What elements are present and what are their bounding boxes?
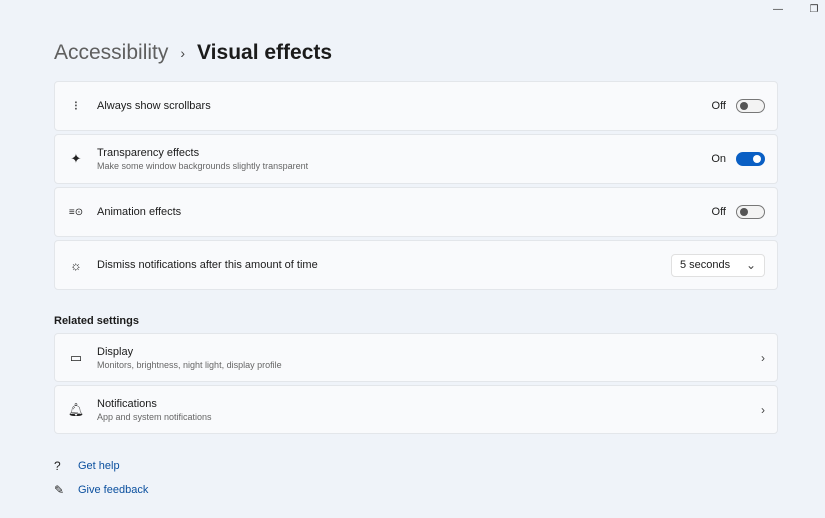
animation-icon: ≡⊙ (68, 206, 84, 218)
scrollbars-toggle[interactable] (736, 99, 765, 113)
setting-dismiss-notifications: ☼ Dismiss notifications after this amoun… (54, 240, 778, 290)
get-help-link[interactable]: ? Get help (54, 459, 120, 473)
transparency-icon: ✦ (70, 151, 82, 166)
page-title: Visual effects (197, 41, 333, 64)
dismiss-time-dropdown[interactable]: 5 seconds ⌄ (671, 253, 765, 277)
setting-title: Always show scrollbars (97, 100, 211, 112)
restore-button[interactable]: ❐ (804, 4, 824, 15)
toggle-state: On (711, 153, 726, 165)
give-feedback-link[interactable]: ✎ Give feedback (54, 483, 148, 497)
setting-subtitle: Make some window backgrounds slightly tr… (97, 161, 309, 171)
chevron-down-icon: ⌄ (745, 258, 756, 272)
link-label[interactable]: Give feedback (78, 484, 148, 496)
dropdown-value: 5 seconds (680, 259, 731, 271)
feedback-icon: ✎ (54, 483, 65, 497)
breadcrumb: Accessibility › Visual effects (54, 41, 332, 65)
animation-toggle[interactable] (736, 205, 765, 219)
related-title: Notifications (97, 397, 157, 410)
link-label[interactable]: Get help (78, 460, 120, 472)
breadcrumb-accessibility[interactable]: Accessibility (54, 41, 168, 65)
setting-transparency-effects: ✦ Transparency effects Make some window b… (54, 134, 778, 184)
display-icon: ▭ (69, 349, 83, 365)
chevron-right-icon: › (761, 402, 765, 417)
bell-icon: 🔔︎ (67, 401, 85, 417)
minimize-button[interactable]: — (768, 4, 788, 15)
help-icon: ? (54, 459, 61, 473)
notification-timer-icon: ☼ (70, 257, 82, 273)
setting-animation-effects: ≡⊙ Animation effects Off (54, 187, 778, 237)
setting-title: Dismiss notifications after this amount … (97, 259, 318, 271)
toggle-state: Off (711, 206, 726, 218)
transparency-toggle[interactable] (736, 152, 765, 166)
setting-title: Transparency effects (97, 147, 200, 159)
scrollbar-icon: ⁝ (73, 98, 79, 113)
related-settings-heading: Related settings (54, 315, 139, 327)
related-title: Display (97, 345, 134, 358)
related-display[interactable]: ▭ Display Monitors, brightness, night lig… (54, 333, 778, 382)
setting-title: Animation effects (97, 206, 182, 218)
toggle-state: Off (711, 100, 726, 112)
related-subtitle: Monitors, brightness, night light, displ… (97, 359, 282, 370)
related-notifications[interactable]: 🔔︎ Notifications App and system notificat… (54, 385, 778, 434)
chevron-right-icon: › (761, 350, 765, 365)
related-subtitle: App and system notifications (97, 411, 212, 422)
chevron-right-icon: › (180, 45, 186, 61)
setting-always-show-scrollbars: ⁝ Always show scrollbars Off (54, 81, 778, 131)
